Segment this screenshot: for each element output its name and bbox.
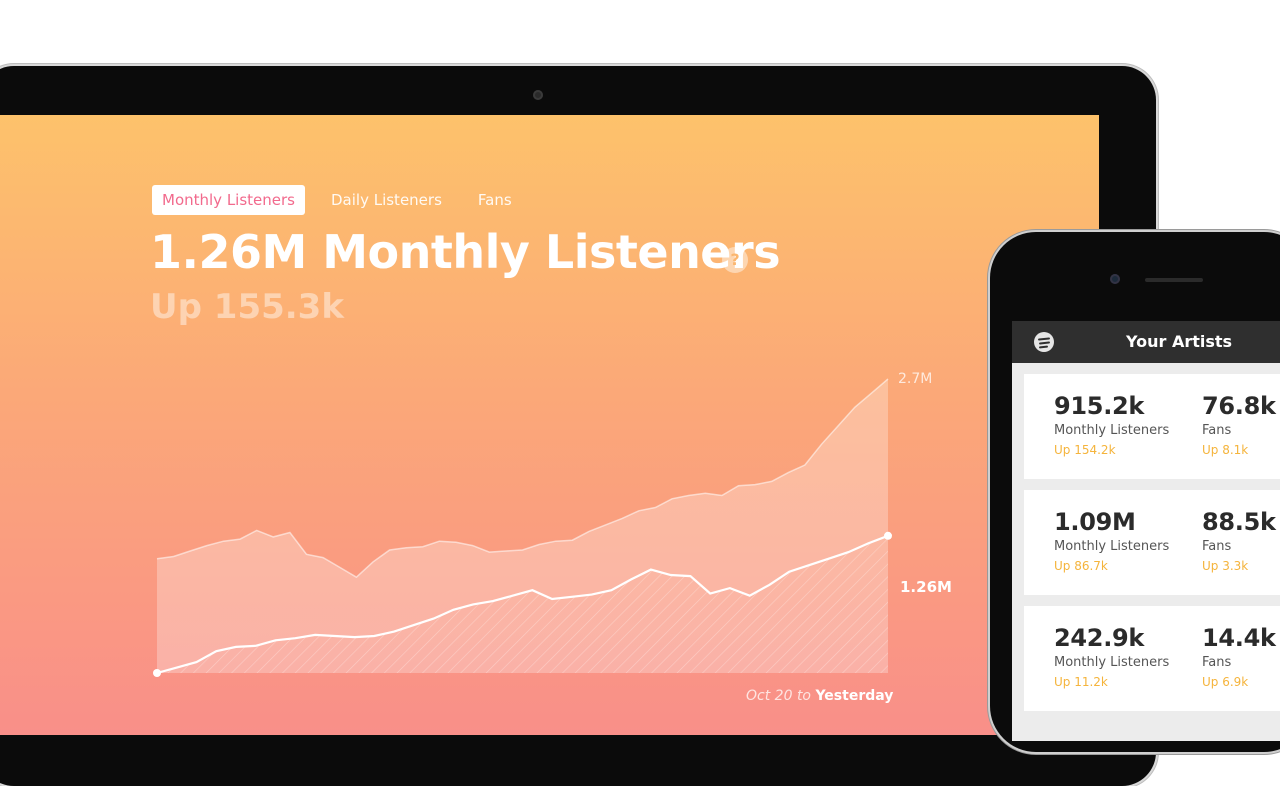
fans-metric: 88.5k Fans Up 3.3k [1202,508,1276,573]
listeners-dashboard: Monthly Listeners Daily Listeners Fans 1… [0,115,1099,735]
listeners-metric: 1.09M Monthly Listeners Up 86.7k [1054,508,1169,573]
fans-label: Fans [1202,539,1232,554]
listeners-metric: 242.9k Monthly Listeners Up 11.2k [1054,624,1169,689]
listeners-label: Monthly Listeners [1054,539,1170,554]
front-camera-icon [1110,274,1120,284]
range-to: to [796,688,811,704]
laptop-frame: Monthly Listeners Daily Listeners Fans 1… [0,66,1156,786]
fans-value: 88.5k [1202,508,1276,536]
phone-screen: Your Artists 915.2k Monthly Listeners Up… [1012,321,1280,741]
date-range: Oct 20 to Yesterday [746,688,893,704]
fans-value: 14.4k [1202,624,1276,652]
listeners-metric: 915.2k Monthly Listeners Up 154.2k [1054,392,1169,457]
listeners-value: 1.09M [1054,508,1136,536]
fans-label: Fans [1202,423,1232,438]
current-value-label: 1.26M [900,578,952,596]
range-end: Yesterday [815,688,894,704]
listeners-label: Monthly Listeners [1054,655,1170,670]
artist-card[interactable]: 242.9k Monthly Listeners Up 11.2k 14.4k … [1024,606,1280,711]
listeners-change: Up 86.7k [1054,559,1108,573]
listeners-value: 915.2k [1054,392,1145,420]
artist-card[interactable]: 915.2k Monthly Listeners Up 154.2k 76.8k… [1024,374,1280,479]
y-max-label: 2.7M [898,371,933,387]
fans-change: Up 6.9k [1202,675,1249,689]
listeners-change: Up 154.2k [1054,443,1116,457]
fans-metric: 76.8k Fans Up 8.1k [1202,392,1276,457]
fans-value: 76.8k [1202,392,1276,420]
earpiece-speaker [1145,278,1203,282]
range-start: Oct 20 [746,688,793,704]
app-title: Your Artists [1126,332,1233,351]
series-end-point [884,531,892,540]
fans-metric: 14.4k Fans Up 6.9k [1202,624,1276,689]
fans-label: Fans [1202,655,1232,670]
phone-frame: Your Artists 915.2k Monthly Listeners Up… [990,232,1280,752]
webcam-icon [533,90,543,100]
listeners-change: Up 11.2k [1054,675,1108,689]
listeners-chart [153,378,892,677]
artist-card[interactable]: 1.09M Monthly Listeners Up 86.7k 88.5k F… [1024,490,1280,595]
app-header: Your Artists [1012,321,1280,363]
listeners-label: Monthly Listeners [1054,423,1170,438]
fans-change: Up 3.3k [1202,559,1249,573]
fans-change: Up 8.1k [1202,443,1249,457]
listeners-value: 242.9k [1054,624,1145,652]
series-start-point [153,669,161,677]
